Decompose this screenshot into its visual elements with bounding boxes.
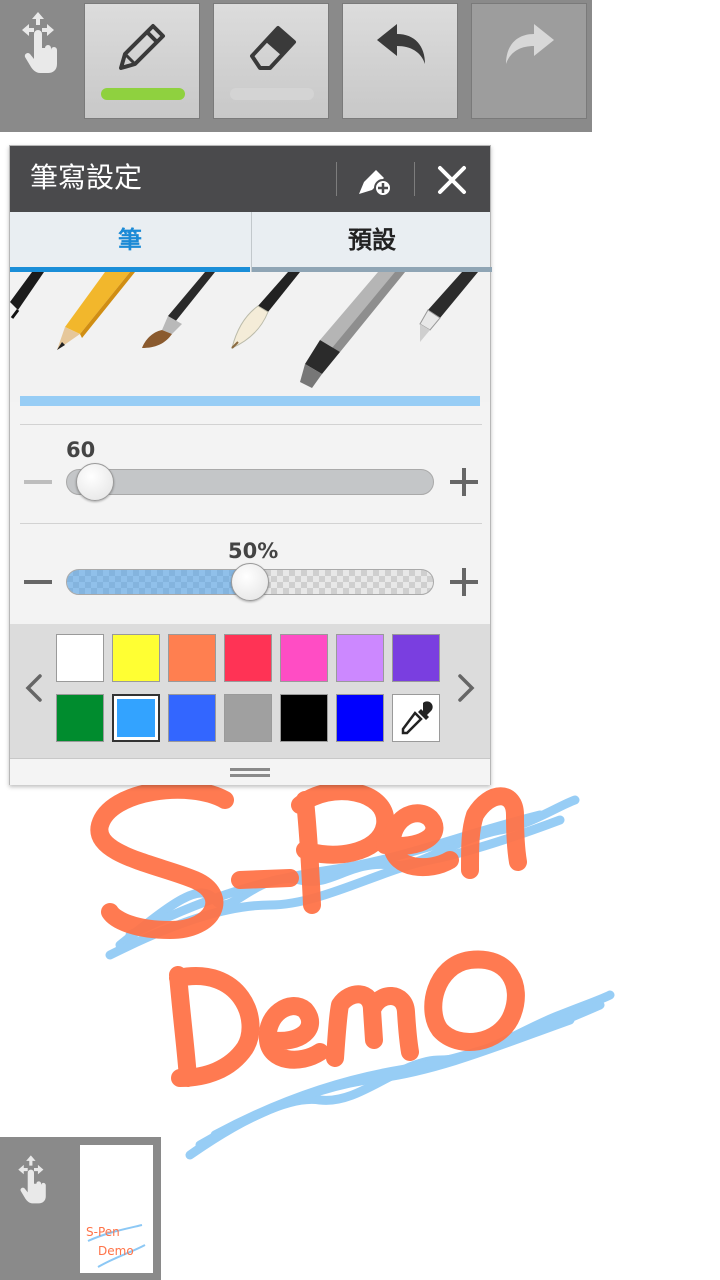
color-swatch[interactable] — [280, 694, 328, 742]
color-swatch[interactable] — [280, 634, 328, 682]
tab-presets[interactable]: 預設 — [252, 212, 492, 272]
divider-2 — [20, 523, 482, 524]
selected-pen-indicator — [20, 396, 480, 406]
opacity-increase-button-v — [462, 568, 466, 596]
move-hand-button[interactable] — [14, 10, 70, 74]
size-slider-knob[interactable] — [75, 463, 114, 501]
color-swatch[interactable] — [336, 694, 384, 742]
page-thumbnail[interactable]: S-Pen Demo — [80, 1145, 153, 1273]
header-divider-2 — [414, 162, 415, 196]
handwriting-orange-text — [90, 780, 527, 1087]
eraser-icon — [250, 26, 296, 70]
thumbnail-text-line-2: Demo — [98, 1244, 134, 1258]
navigator-move-button[interactable] — [12, 1147, 56, 1215]
color-swatch[interactable] — [112, 694, 160, 742]
palette-prev-button[interactable] — [24, 672, 44, 712]
opacity-slider-knob[interactable] — [231, 563, 269, 601]
close-icon — [438, 166, 466, 194]
panel-title: 筆寫設定 — [30, 161, 143, 194]
divider — [20, 424, 482, 425]
undo-button[interactable] — [342, 3, 458, 119]
eyedropper-icon — [401, 701, 433, 735]
color-swatch[interactable] — [56, 634, 104, 682]
grip-line-2 — [230, 774, 270, 777]
size-decrease-button[interactable] — [24, 480, 52, 484]
move-hand-icon — [18, 1155, 46, 1204]
thumbnail-text-line-1: S-Pen — [86, 1225, 120, 1239]
fine-marker-option[interactable] — [419, 272, 478, 342]
pen-type-selector — [10, 272, 490, 402]
brush-pen-option[interactable] — [10, 272, 44, 319]
redo-button[interactable] — [471, 3, 587, 119]
round-brush-option[interactable] — [142, 272, 215, 348]
color-swatch[interactable] — [392, 634, 440, 682]
panel-resize-grip[interactable] — [10, 758, 490, 785]
pen-tool-button[interactable] — [84, 3, 200, 119]
eraser-indicator — [230, 88, 314, 100]
close-button[interactable] — [434, 162, 470, 198]
eyedropper-button[interactable] — [392, 694, 440, 742]
size-value: 60 — [66, 438, 96, 462]
canvas-navigator: S-Pen Demo — [0, 1137, 161, 1280]
pen-active-indicator — [101, 88, 185, 100]
panel-header: 筆寫設定 — [10, 146, 490, 212]
color-swatch[interactable] — [168, 694, 216, 742]
grip-line — [230, 768, 270, 771]
size-increase-button-v — [462, 468, 466, 496]
move-hand-icon — [22, 12, 57, 73]
panel-tabs: 筆 預設 — [10, 212, 492, 272]
color-swatch[interactable] — [224, 694, 272, 742]
color-swatch[interactable] — [112, 634, 160, 682]
chevron-left-icon — [25, 674, 42, 702]
add-preset-button[interactable] — [356, 162, 392, 198]
opacity-decrease-button[interactable] — [24, 580, 52, 584]
redo-icon — [506, 24, 554, 64]
undo-icon — [377, 24, 425, 64]
color-swatch[interactable] — [224, 634, 272, 682]
header-divider — [336, 162, 337, 196]
opacity-slider-fill — [67, 570, 250, 594]
chinese-brush-option[interactable] — [231, 272, 300, 349]
pencil-option[interactable] — [57, 272, 135, 350]
chevron-right-icon — [458, 674, 475, 702]
eraser-tool-button[interactable] — [213, 3, 329, 119]
toolbar — [0, 0, 592, 132]
pencil-icon — [119, 24, 165, 70]
color-swatch[interactable] — [336, 634, 384, 682]
opacity-value: 50% — [228, 539, 279, 563]
tab-pen[interactable]: 筆 — [10, 212, 250, 272]
size-slider-track[interactable] — [66, 469, 434, 495]
marker-option[interactable] — [300, 272, 405, 388]
color-swatch[interactable] — [168, 634, 216, 682]
color-palette — [10, 624, 490, 758]
palette-next-button[interactable] — [456, 672, 476, 712]
color-swatch[interactable] — [56, 694, 104, 742]
pen-settings-panel: 筆寫設定 筆 預設 60 50% — [9, 145, 492, 785]
add-preset-icon — [359, 170, 392, 197]
